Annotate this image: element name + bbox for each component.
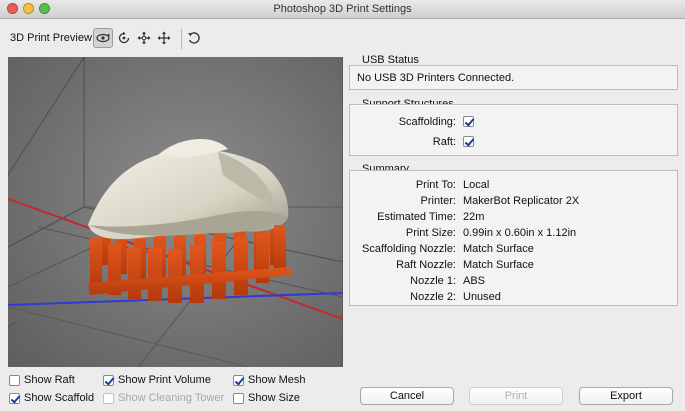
rotate-icon (118, 31, 130, 44)
pan-button[interactable] (134, 28, 154, 48)
show-mesh-option[interactable]: Show Mesh (233, 373, 305, 387)
camera-orbit-icon (96, 33, 110, 43)
preview-scene (8, 57, 343, 367)
camera-orbit-button[interactable] (93, 28, 113, 48)
pan-icon (137, 31, 151, 45)
scaffolding-label: Scaffolding: (398, 116, 456, 128)
summary-value: Unused (463, 291, 501, 303)
usb-status-text: No USB 3D Printers Connected. (357, 72, 515, 84)
reset-view-icon (188, 32, 200, 44)
show-print-volume-checkbox[interactable] (103, 374, 114, 386)
rotate-button[interactable] (114, 28, 134, 48)
summary-value: 0.99in x 0.60in x 1.12in (463, 227, 577, 239)
show-print-volume-option[interactable]: Show Print Volume (103, 373, 211, 387)
close-window-button[interactable] (7, 3, 18, 14)
summary-key: Scaffolding Nozzle: (362, 243, 456, 255)
print-button[interactable]: Print (469, 387, 563, 405)
show-scaffold-checkbox[interactable] (9, 392, 20, 404)
zoom-window-button[interactable] (39, 3, 50, 14)
show-cleaning-tower-checkbox[interactable] (103, 392, 114, 404)
summary-key: Nozzle 2: (410, 291, 456, 303)
window-title: Photoshop 3D Print Settings (273, 3, 412, 15)
show-size-option[interactable]: Show Size (233, 391, 300, 405)
export-button[interactable]: Export (579, 387, 673, 405)
scaffolding-checkbox[interactable] (463, 116, 474, 127)
summary-key: Raft Nozzle: (396, 259, 456, 271)
reset-view-button[interactable] (184, 28, 204, 48)
minimize-window-button[interactable] (23, 3, 34, 14)
show-mesh-checkbox[interactable] (233, 374, 244, 386)
raft-checkbox[interactable] (463, 136, 474, 147)
summary-key: Print To: (415, 179, 456, 191)
usb-status-panel: No USB 3D Printers Connected. (349, 65, 678, 90)
window-titlebar: Photoshop 3D Print Settings (0, 0, 685, 19)
preview-toolbar: 3D Print Preview (0, 19, 685, 55)
summary-value: Match Surface (463, 259, 534, 271)
summary-value: Local (463, 179, 490, 191)
preview-label: 3D Print Preview (10, 32, 92, 44)
summary-value: ABS (463, 275, 486, 287)
3d-print-preview-viewport[interactable] (8, 57, 343, 367)
show-cleaning-tower-option[interactable]: Show Cleaning Tower (103, 391, 224, 405)
move-icon (157, 31, 171, 45)
toolbar-separator (181, 29, 182, 49)
show-size-checkbox[interactable] (233, 392, 244, 404)
raft-label: Raft: (432, 136, 456, 148)
support-structures-panel: Scaffolding: Raft: (349, 104, 678, 156)
summary-value: MakerBot Replicator 2X (463, 195, 580, 207)
move-button[interactable] (154, 28, 174, 48)
summary-key: Printer: (420, 195, 456, 207)
summary-key: Estimated Time: (377, 211, 456, 223)
show-raft-option[interactable]: Show Raft (9, 373, 75, 387)
summary-key: Nozzle 1: (410, 275, 456, 287)
show-raft-checkbox[interactable] (9, 374, 20, 386)
cancel-button[interactable]: Cancel (360, 387, 454, 405)
summary-key: Print Size: (405, 227, 456, 239)
summary-value: 22m (463, 211, 485, 223)
show-scaffold-option[interactable]: Show Scaffold (9, 391, 94, 405)
summary-panel: Print To: Local Printer: MakerBot Replic… (349, 170, 678, 306)
summary-value: Match Surface (463, 243, 534, 255)
